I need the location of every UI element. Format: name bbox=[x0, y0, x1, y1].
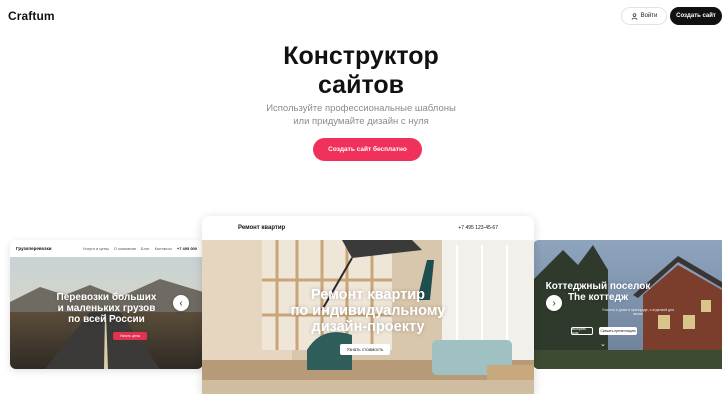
prev-template-button[interactable]: ‹ bbox=[173, 295, 189, 311]
template-heading-line: Коттеджный поселок bbox=[545, 281, 651, 292]
template-phone: +7 495 000 bbox=[176, 246, 197, 251]
template-nav: Грузоперевозки Услуги и цены О компании … bbox=[10, 240, 203, 257]
template-heading: Ремонт квартир по индивидуальному дизайн… bbox=[262, 287, 474, 336]
next-template-button[interactable]: › bbox=[546, 295, 562, 311]
template-brand: Ремонт квартир bbox=[238, 225, 286, 231]
template-phone: +7 495 123-45-67 bbox=[458, 225, 498, 231]
template-nav: Ремонт квартир +7 495 123-45-67 bbox=[202, 216, 534, 240]
template-heading-line: Ремонт квартир bbox=[310, 287, 426, 303]
chevron-left-icon: ‹ bbox=[179, 297, 183, 309]
template-cta-button[interactable]: Выбрать дом bbox=[571, 327, 593, 335]
template-description: Участки и дома в пригороде, с отделкой д… bbox=[602, 308, 674, 317]
hero-subtitle-line: Используйте профессиональные шаблоны bbox=[266, 103, 456, 114]
template-cta-button[interactable]: Узнать цены bbox=[113, 332, 147, 340]
craftum-logo[interactable]: Craftum bbox=[8, 9, 55, 23]
create-site-button[interactable]: Создать сайт bbox=[670, 7, 722, 25]
template-heading-line: дизайн-проекту bbox=[311, 318, 425, 335]
login-button[interactable]: Войти bbox=[621, 7, 667, 25]
template-link: Контакты bbox=[154, 246, 172, 251]
template-secondary-button[interactable]: Скачать презентацию bbox=[599, 327, 637, 335]
template-heading-line: по всей России bbox=[68, 314, 145, 325]
template-cta-button[interactable]: Узнать стоимость bbox=[340, 344, 390, 355]
chevron-down-icon: ⌄ bbox=[600, 341, 606, 348]
template-heading-line: по индивидуальному bbox=[290, 302, 446, 319]
login-label: Войти bbox=[640, 13, 658, 19]
template-link: О компании bbox=[113, 246, 136, 251]
template-links: Услуги и цены О компании Блог Контакты bbox=[83, 246, 172, 251]
create-free-site-button[interactable]: Создать сайт бесплатно bbox=[313, 138, 422, 161]
hero-subtitle: Используйте профессиональные шаблоны или… bbox=[0, 102, 722, 128]
template-brand: Грузоперевозки bbox=[16, 246, 52, 251]
hero-subtitle-line: или придумайте дизайн с нуля bbox=[293, 116, 429, 127]
template-link: Блог bbox=[140, 246, 150, 251]
hero-title: Конструктор сайтов bbox=[0, 42, 722, 100]
chevron-right-icon: › bbox=[552, 297, 556, 309]
template-card-renovation[interactable]: Ремонт квартир +7 495 123-45-67 Ремонт к… bbox=[202, 216, 534, 394]
hero-title-line: сайтов bbox=[317, 71, 405, 99]
user-icon bbox=[631, 12, 637, 20]
template-link: Услуги и цены bbox=[82, 246, 109, 251]
hero-title-line: Конструктор bbox=[283, 42, 439, 70]
